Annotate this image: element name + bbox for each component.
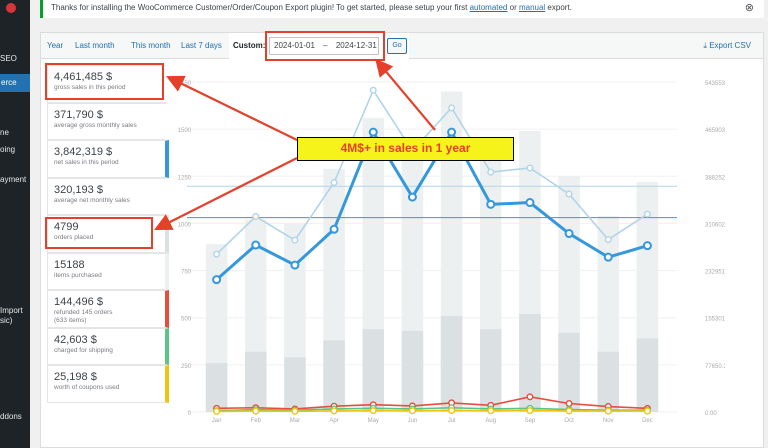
annotation-callout: 4M$+ in sales in 1 year: [297, 137, 514, 161]
arrow-to-gross-sales: [166, 75, 298, 141]
arrow-to-date-range: [375, 58, 436, 131]
annotation-arrows: [154, 58, 436, 230]
arrow-to-orders: [154, 157, 298, 230]
